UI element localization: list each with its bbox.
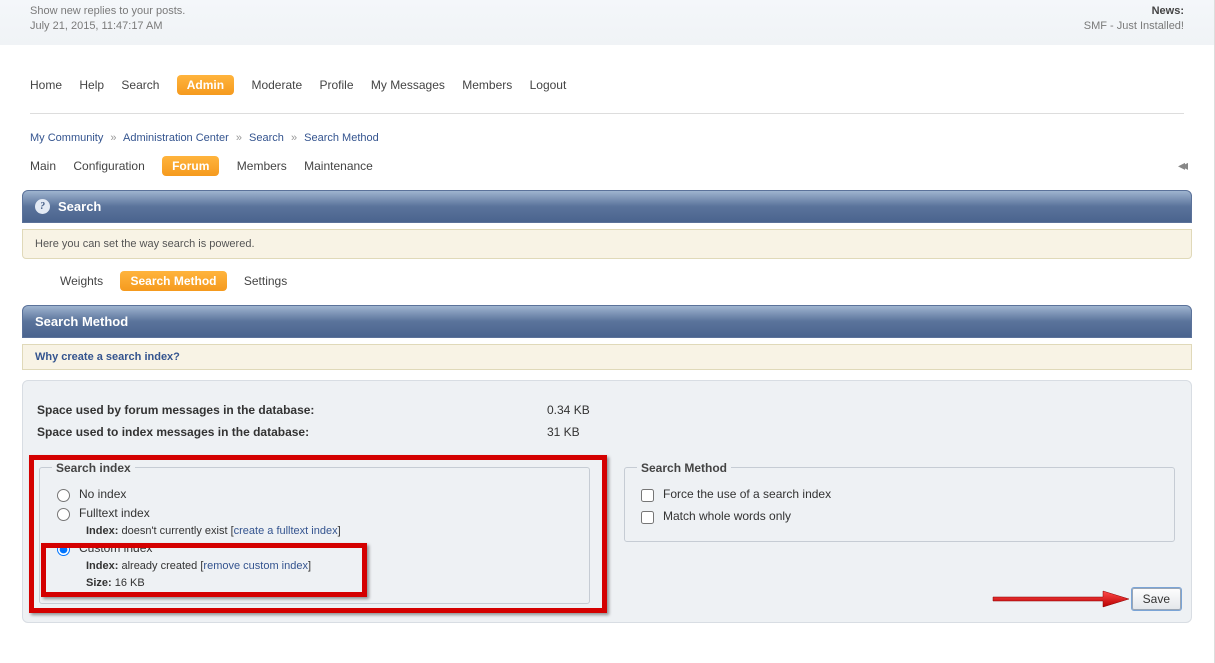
- radio-fulltext-label: Fulltext index: [79, 506, 150, 520]
- hint-bar: Why create a search index?: [22, 344, 1192, 370]
- nav-home[interactable]: Home: [30, 75, 62, 95]
- section-description: Here you can set the way search is power…: [22, 229, 1192, 259]
- nav-my-messages[interactable]: My Messages: [371, 75, 445, 95]
- admin-tab-members[interactable]: Members: [237, 156, 287, 176]
- crumb-search[interactable]: Search: [249, 132, 284, 144]
- admin-tab-configuration[interactable]: Configuration: [73, 156, 144, 176]
- section-title: Search: [58, 199, 101, 214]
- panel-title: Search Method: [35, 314, 128, 329]
- subtab-settings[interactable]: Settings: [244, 271, 287, 291]
- search-index-legend: Search index: [52, 461, 135, 475]
- radio-custom[interactable]: [57, 543, 70, 556]
- search-method-fieldset: Search Method Force the use of a search …: [624, 461, 1175, 542]
- custom-status: already created: [121, 560, 197, 572]
- radio-custom-row[interactable]: Custom index: [52, 539, 577, 558]
- collapse-admin-menu-icon[interactable]: ◂◂: [1178, 157, 1184, 174]
- breadcrumb: My Community » Administration Center » S…: [0, 122, 1214, 150]
- news-heading: News:: [1152, 5, 1184, 17]
- why-create-index-link[interactable]: Why create a search index?: [35, 351, 180, 363]
- crumb-admin-center[interactable]: Administration Center: [123, 132, 229, 144]
- radio-no-index[interactable]: [57, 489, 70, 502]
- stat-idx-space-label: Space used to index messages in the data…: [37, 425, 547, 439]
- chk-whole-words[interactable]: [641, 511, 654, 524]
- remove-custom-link[interactable]: remove custom index: [203, 560, 308, 572]
- custom-size-label: Size:: [86, 577, 112, 589]
- create-fulltext-link[interactable]: create a fulltext index: [234, 525, 338, 537]
- stat-msg-space-value: 0.34 KB: [547, 403, 590, 417]
- search-index-fieldset: Search index No index Fulltext index Ind…: [39, 461, 590, 605]
- radio-fulltext-row[interactable]: Fulltext index: [52, 504, 577, 523]
- admin-tab-main[interactable]: Main: [30, 156, 56, 176]
- search-subtabs: Weights Search Method Settings: [0, 269, 1214, 299]
- save-button[interactable]: Save: [1132, 588, 1181, 610]
- panel-header-search-method: Search Method: [22, 305, 1192, 338]
- crumb-search-method[interactable]: Search Method: [304, 132, 379, 144]
- nav-moderate[interactable]: Moderate: [251, 75, 302, 95]
- admin-tabs: Main Configuration Forum Members Mainten…: [30, 156, 387, 176]
- subtab-weights[interactable]: Weights: [60, 271, 103, 291]
- radio-custom-label: Custom index: [79, 541, 152, 555]
- search-method-legend: Search Method: [637, 461, 731, 475]
- chk-force-index[interactable]: [641, 489, 654, 502]
- crumb-community[interactable]: My Community: [30, 132, 103, 144]
- radio-fulltext[interactable]: [57, 508, 70, 521]
- nav-help[interactable]: Help: [79, 75, 104, 95]
- show-new-replies-link[interactable]: Show new replies to your posts.: [30, 5, 185, 17]
- radio-no-index-row[interactable]: No index: [52, 485, 577, 504]
- chk-force-label: Force the use of a search index: [663, 487, 831, 501]
- current-datetime: July 21, 2015, 11:47:17 AM: [30, 20, 163, 32]
- nav-logout[interactable]: Logout: [530, 75, 567, 95]
- admin-tab-forum[interactable]: Forum: [162, 156, 219, 176]
- chk-whole-words-row[interactable]: Match whole words only: [637, 507, 1162, 529]
- news-text: SMF - Just Installed!: [1084, 20, 1184, 32]
- section-header-search: ? Search: [22, 190, 1192, 223]
- fulltext-index-label: Index:: [86, 525, 118, 537]
- nav-profile[interactable]: Profile: [320, 75, 354, 95]
- nav-search[interactable]: Search: [121, 75, 159, 95]
- info-icon: ?: [35, 199, 50, 214]
- custom-index-label: Index:: [86, 560, 118, 572]
- fulltext-status: doesn't currently exist: [121, 525, 227, 537]
- search-method-form: Space used by forum messages in the data…: [22, 380, 1192, 624]
- admin-tab-maintenance[interactable]: Maintenance: [304, 156, 373, 176]
- custom-size-value: 16 KB: [115, 577, 145, 589]
- nav-admin[interactable]: Admin: [177, 75, 234, 95]
- stat-msg-space-label: Space used by forum messages in the data…: [37, 403, 547, 417]
- top-info-bar: Show new replies to your posts. July 21,…: [0, 0, 1214, 45]
- subtab-search-method[interactable]: Search Method: [120, 271, 226, 291]
- main-nav: Home Help Search Admin Moderate Profile …: [0, 45, 1214, 105]
- radio-no-index-label: No index: [79, 487, 126, 501]
- chk-force-row[interactable]: Force the use of a search index: [637, 485, 1162, 507]
- nav-members[interactable]: Members: [462, 75, 512, 95]
- stat-idx-space-value: 31 KB: [547, 425, 580, 439]
- chk-whole-words-label: Match whole words only: [663, 509, 791, 523]
